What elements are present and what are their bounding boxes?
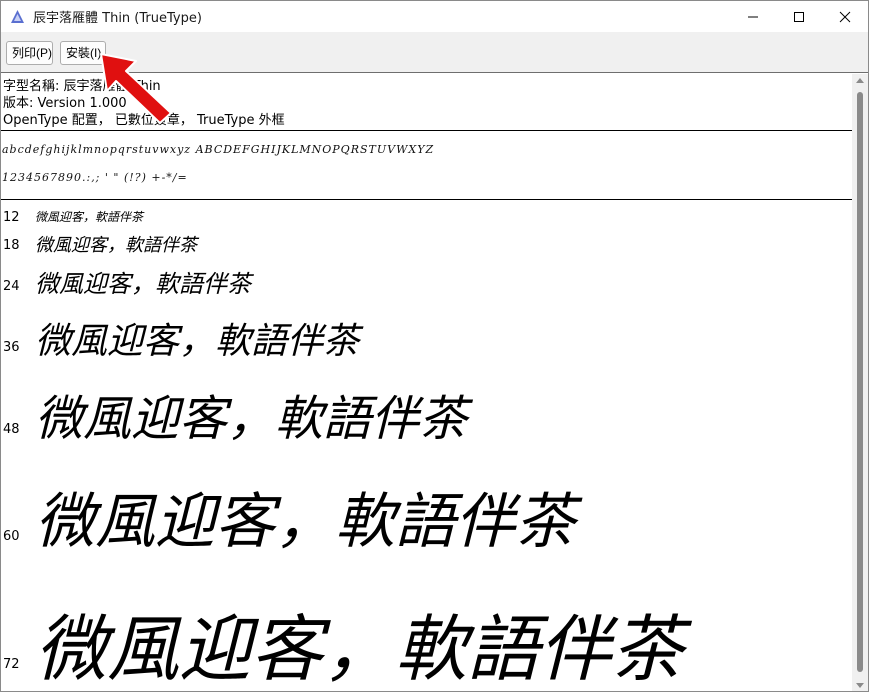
minimize-button[interactable] bbox=[730, 1, 776, 32]
font-preview-pane: 字型名稱: 辰宇落雁體 Thin 版本: Version 1.000 OpenT… bbox=[1, 74, 852, 691]
font-viewer-icon bbox=[11, 10, 24, 23]
separator-line bbox=[1, 130, 852, 131]
alphabet-sample: abcdefghijklmnopqrstuvwxyz ABCDEFGHIJKLM… bbox=[2, 143, 435, 156]
sample-text: 微風迎客，軟語伴茶 bbox=[35, 487, 575, 557]
size-label: 12 bbox=[3, 210, 20, 225]
sample-text: 微風迎客，軟語伴茶 bbox=[35, 607, 684, 691]
digits-sample: 1234567890.:,; ' " (!?) +-*/= bbox=[2, 171, 188, 184]
scrollbar-thumb[interactable] bbox=[857, 92, 863, 672]
install-button[interactable]: 安裝(I) bbox=[60, 41, 106, 65]
size-label: 48 bbox=[3, 422, 20, 437]
size-label: 18 bbox=[3, 238, 20, 253]
sample-text: 微風迎客，軟語伴茶 bbox=[35, 210, 144, 224]
maximize-button[interactable] bbox=[776, 1, 822, 32]
sample-text: 微風迎客，軟語伴茶 bbox=[35, 391, 468, 447]
maximize-icon bbox=[794, 11, 804, 22]
window-title: 辰宇落雁體 Thin (TrueType) bbox=[33, 11, 202, 26]
print-button[interactable]: 列印(P) bbox=[6, 41, 53, 65]
font-features-line: OpenType 配置， 已數位簽章， TrueType 外框 bbox=[3, 113, 285, 128]
scroll-down-icon[interactable] bbox=[856, 683, 864, 688]
separator-line bbox=[1, 199, 852, 200]
size-label: 72 bbox=[3, 657, 20, 672]
close-icon bbox=[839, 11, 851, 22]
title-bar[interactable]: 辰宇落雁體 Thin (TrueType) bbox=[1, 1, 868, 32]
font-viewer-window: 辰宇落雁體 Thin (TrueType) 列印(P) 安裝(I) 字型名稱: … bbox=[0, 0, 869, 692]
sample-text: 微風迎客，軟語伴茶 bbox=[35, 321, 360, 362]
close-button[interactable] bbox=[822, 1, 868, 32]
toolbar: 列印(P) 安裝(I) bbox=[1, 32, 868, 73]
scroll-up-icon[interactable] bbox=[856, 78, 864, 83]
minimize-icon bbox=[748, 16, 758, 17]
size-label: 36 bbox=[3, 340, 20, 355]
size-label: 24 bbox=[3, 279, 20, 294]
size-label: 60 bbox=[3, 529, 20, 544]
sample-text: 微風迎客，軟語伴茶 bbox=[35, 270, 251, 298]
vertical-scrollbar[interactable] bbox=[852, 74, 868, 691]
sample-text: 微風迎客，軟語伴茶 bbox=[35, 235, 197, 256]
